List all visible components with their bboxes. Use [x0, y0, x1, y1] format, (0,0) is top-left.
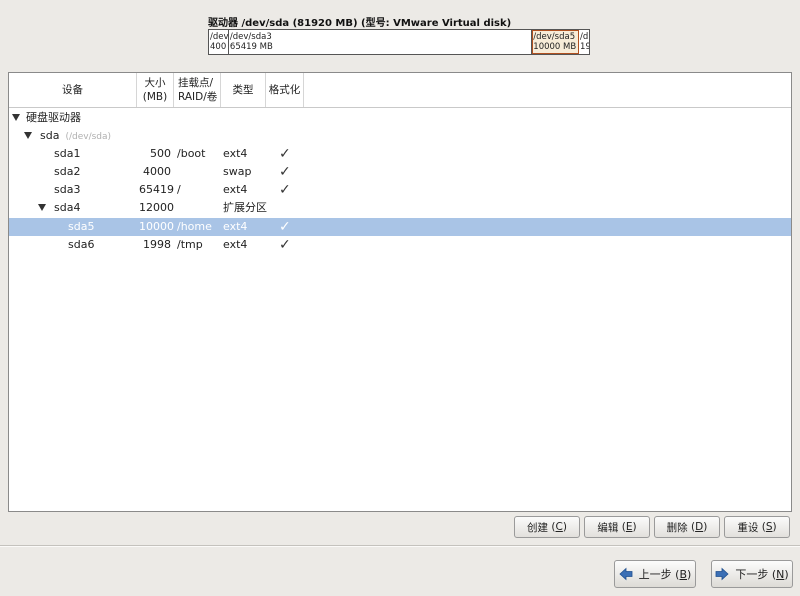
cell-size: 1998 [143, 238, 171, 251]
checkmark-icon: ✓ [279, 146, 291, 162]
table-header: 设备 大小 (MB) 挂载点/ RAID/卷 类型 格式化 [9, 73, 791, 108]
disk-segment-size: 65419 MB [229, 42, 273, 52]
table-row[interactable]: sda3 65419 / ext4 ✓ [9, 181, 791, 199]
table-row-selected[interactable]: sda5 10000 /home ext4 ✓ [9, 218, 791, 236]
cell-size: 12000 [139, 201, 174, 214]
column-header-label: 格式化 [268, 84, 301, 96]
cell-type: ext4 [223, 220, 248, 233]
back-button[interactable]: 上一步 (B) [614, 560, 696, 588]
disk-segment-size: 19 [580, 42, 589, 52]
cell-device: sda4 [54, 201, 81, 214]
disk-segment-label: /d [580, 32, 589, 42]
cell-device: sda2 [54, 165, 81, 178]
disk-segment-label: /dev/sda5 [533, 32, 576, 42]
column-header-label: 设备 [62, 84, 83, 96]
disk-segment-size: 400 [210, 42, 227, 52]
disk-name: sda [40, 129, 60, 142]
disk-segment-label: /dev/sda3 [229, 32, 272, 42]
checkmark-icon: ✓ [279, 237, 291, 253]
column-header-mount[interactable]: 挂载点/ RAID/卷 [174, 73, 221, 107]
mnemonic: D [695, 521, 704, 533]
column-header-label: 大小 [144, 77, 166, 89]
button-label: 上一步 [638, 568, 672, 581]
cell-type: ext4 [223, 183, 248, 196]
table-row-extended[interactable]: sda4 12000 扩展分区 [9, 199, 791, 217]
cell-size: 4000 [143, 165, 171, 178]
button-label: 重设 [737, 521, 759, 534]
cell-type: ext4 [223, 238, 248, 251]
partition-table: 设备 大小 (MB) 挂载点/ RAID/卷 类型 格式化 硬盘驱动器 sda [8, 72, 792, 512]
cell-size: 65419 [139, 183, 174, 196]
mnemonic: B [679, 568, 688, 581]
column-header-device[interactable]: 设备 [9, 73, 137, 107]
delete-button[interactable]: 删除 (D) [654, 516, 720, 538]
reset-button[interactable]: 重设 (S) [724, 516, 790, 538]
mnemonic: C [555, 521, 563, 533]
mnemonic: S [765, 521, 773, 533]
create-button[interactable]: 创建 (C) [514, 516, 580, 538]
button-label: 编辑 [597, 521, 619, 534]
disk-partition-map: /dev 400 /dev/sda3 65419 MB /dev/sda5 10… [208, 29, 590, 55]
checkmark-icon: ✓ [279, 219, 291, 235]
checkmark-icon: ✓ [279, 182, 291, 198]
arrow-left-icon [619, 567, 633, 581]
expander-down-icon[interactable] [12, 114, 20, 121]
cell-mount: /home [177, 220, 212, 233]
disk-segment-sda6[interactable]: /d 19 [579, 30, 589, 54]
table-row[interactable]: sda1 500 /boot ext4 ✓ [9, 145, 791, 163]
cell-type: ext4 [223, 147, 248, 160]
disk-segment-sda2[interactable]: /dev 400 [209, 30, 229, 54]
table-row[interactable]: sda6 1998 /tmp ext4 ✓ [9, 236, 791, 254]
button-label: 删除 [666, 521, 688, 534]
disk-segment-label: /dev [210, 32, 229, 42]
disk-segment-sda5[interactable]: /dev/sda5 10000 MB [532, 30, 580, 54]
column-header-label: (MB) [142, 91, 168, 103]
disk-path: (/dev/sda) [65, 132, 112, 142]
cell-device: sda1 [54, 147, 81, 160]
cell-size: 10000 [139, 220, 174, 233]
arrow-right-icon [715, 567, 729, 581]
button-label: 下一步 [735, 568, 769, 581]
cell-size: 500 [150, 147, 171, 160]
column-header-size[interactable]: 大小 (MB) [137, 73, 174, 107]
next-button[interactable]: 下一步 (N) [711, 560, 793, 588]
expander-down-icon[interactable] [38, 204, 46, 211]
separator [0, 545, 800, 547]
cell-mount: / [177, 183, 181, 196]
cell-device: sda5 [68, 220, 95, 233]
mnemonic: E [625, 521, 633, 533]
expander-down-icon[interactable] [24, 132, 32, 139]
edit-button[interactable]: 编辑 (E) [584, 516, 650, 538]
tree-row-hard-drives[interactable]: 硬盘驱动器 [9, 109, 791, 127]
button-label: 创建 [527, 521, 549, 534]
checkmark-icon: ✓ [279, 164, 291, 180]
column-header-format[interactable]: 格式化 [266, 73, 304, 107]
column-header-label: 类型 [232, 84, 254, 96]
tree-group-label: 硬盘驱动器 [26, 111, 81, 124]
disk-segment-size: 10000 MB [533, 42, 577, 52]
column-header-label: 挂载点/ [178, 77, 214, 89]
cell-mount: /boot [177, 147, 206, 160]
cell-mount: /tmp [177, 238, 203, 251]
cell-type: 扩展分区 [223, 201, 267, 214]
cell-type: swap [223, 165, 252, 178]
disk-title: 驱动器 /dev/sda (81920 MB) (型号: VMware Virt… [208, 18, 512, 29]
mnemonic: N [776, 568, 785, 581]
column-header-label: RAID/卷 [178, 91, 218, 103]
disk-segment-sda3[interactable]: /dev/sda3 65419 MB [229, 30, 533, 54]
tree-row-disk-sda[interactable]: sda (/dev/sda) [9, 127, 791, 145]
cell-device: sda6 [68, 238, 95, 251]
cell-device: sda3 [54, 183, 81, 196]
table-row[interactable]: sda2 4000 swap ✓ [9, 163, 791, 181]
column-header-type[interactable]: 类型 [221, 73, 266, 107]
